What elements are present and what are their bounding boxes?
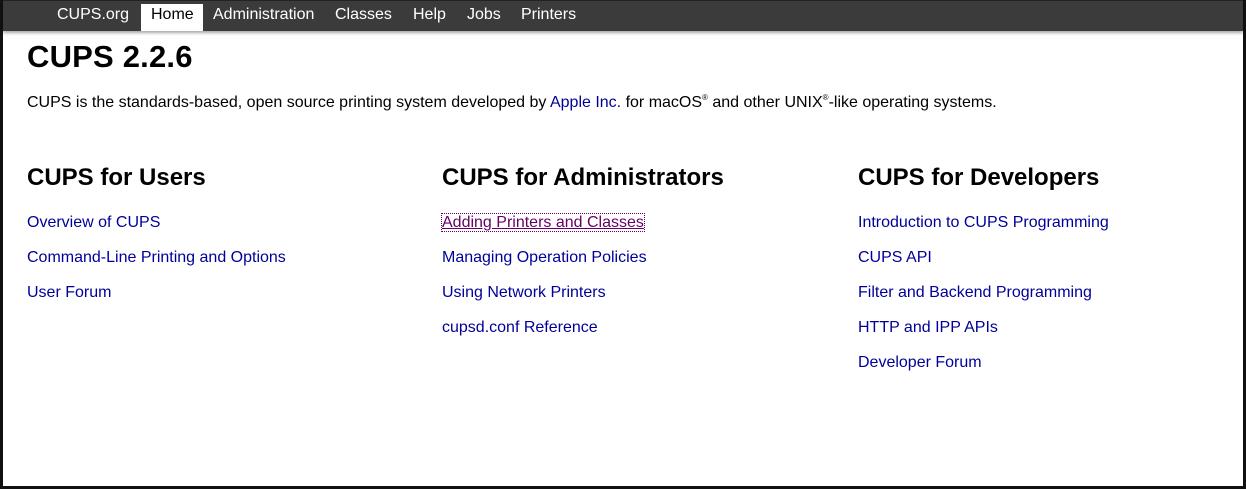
intro-prefix: CUPS is the standards-based, open source… [27,94,550,111]
list-item: Overview of CUPS [27,213,286,248]
list-item: Using Network Printers [442,283,647,318]
list-item: Developer Forum [858,353,1109,388]
list-item: Managing Operation Policies [442,248,647,283]
nav-administration-tab[interactable]: Administration [203,4,324,31]
administrators-link-list: Adding Printers and Classes Managing Ope… [441,213,647,353]
top-navbar: CUPS.org Home Administration Classes Hel… [3,0,1243,31]
apple-inc-link[interactable]: Apple Inc. [550,94,621,111]
users-column: CUPS for Users Overview of CUPS Command-… [27,164,286,301]
nav-help-tab[interactable]: Help [403,4,456,31]
nav-cups-org-link[interactable]: CUPS.org [47,4,139,31]
network-printers-link[interactable]: Using Network Printers [442,284,606,301]
administrators-column: CUPS for Administrators Adding Printers … [441,164,724,336]
nav-jobs-tab[interactable]: Jobs [457,4,511,31]
users-link-list: Overview of CUPS Command-Line Printing a… [27,213,286,318]
developers-heading: CUPS for Developers [858,164,1100,191]
developer-forum-link[interactable]: Developer Forum [858,354,982,371]
command-line-printing-link[interactable]: Command-Line Printing and Options [27,249,286,266]
user-forum-link[interactable]: User Forum [27,284,111,301]
list-item: Introduction to CUPS Programming [858,213,1109,248]
list-item: HTTP and IPP APIs [858,318,1109,353]
intro-programming-link[interactable]: Introduction to CUPS Programming [858,214,1109,231]
list-item: Command-Line Printing and Options [27,248,286,283]
filter-backend-link[interactable]: Filter and Backend Programming [858,284,1092,301]
intro-paragraph: CUPS is the standards-based, open source… [27,93,997,112]
intro-middle2: and other UNIX [707,94,823,111]
list-item: User Forum [27,283,286,318]
browser-content-frame: CUPS.org Home Administration Classes Hel… [0,0,1246,489]
page-title: CUPS 2.2.6 [27,39,193,74]
overview-link[interactable]: Overview of CUPS [27,214,160,231]
managing-policies-link[interactable]: Managing Operation Policies [442,249,647,266]
adding-printers-link[interactable]: Adding Printers and Classes [441,213,645,232]
nav-classes-tab[interactable]: Classes [325,4,402,31]
registered-mark: ® [702,93,708,102]
registered-mark: ® [822,93,829,102]
cups-api-link[interactable]: CUPS API [858,249,932,266]
http-ipp-apis-link[interactable]: HTTP and IPP APIs [858,319,998,336]
administrators-heading: CUPS for Administrators [442,164,724,191]
developers-link-list: Introduction to CUPS Programming CUPS AP… [858,213,1109,388]
nav-home-tab[interactable]: Home [141,4,203,31]
intro-middle: for macOS [621,94,703,111]
intro-suffix: -like operating systems. [828,94,997,111]
list-item: Adding Printers and Classes [441,213,647,248]
list-item: cupsd.conf Reference [442,318,647,353]
nav-printers-tab[interactable]: Printers [511,4,586,31]
developers-column: CUPS for Developers Introduction to CUPS… [858,164,1109,371]
users-heading: CUPS for Users [27,164,206,191]
list-item: CUPS API [858,248,1109,283]
cupsd-conf-reference-link[interactable]: cupsd.conf Reference [442,319,598,336]
list-item: Filter and Backend Programming [858,283,1109,318]
